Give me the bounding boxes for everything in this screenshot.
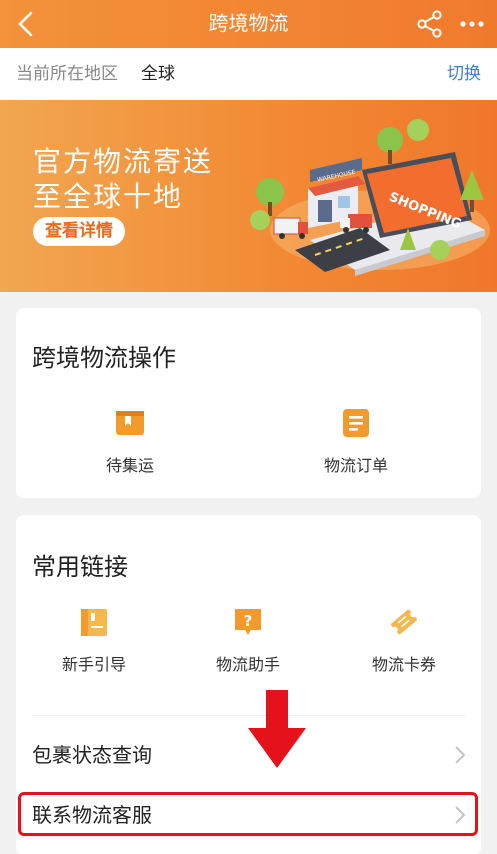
guide-book-icon: [81, 609, 107, 636]
region-value: 全球: [141, 64, 175, 84]
help-question-icon: ?: [235, 609, 261, 635]
logistics-coupon-label: 物流卡券: [371, 655, 436, 674]
banner-headline-line2: 至全球十地: [33, 180, 184, 213]
chevron-right-icon: [455, 746, 466, 764]
share-icon[interactable]: [414, 8, 446, 40]
logistics-coupon-entry[interactable]: 物流卡券: [344, 605, 464, 675]
package-status-query-label: 包裹状态查询: [32, 743, 152, 767]
consolidation-box-icon: [116, 411, 144, 435]
logistics-orders-label: 物流订单: [323, 456, 388, 475]
operations-title: 跨境物流操作: [32, 344, 176, 372]
switch-region-link[interactable]: 切换: [447, 48, 481, 100]
links-title: 常用链接: [32, 553, 128, 581]
region-label: 当前所在地区: [16, 64, 118, 84]
coupon-ticket-icon: [391, 609, 417, 635]
logistics-assistant-label: 物流助手: [215, 655, 280, 674]
beginner-guide-label: 新手引导: [61, 655, 126, 674]
beginner-guide-entry[interactable]: 新手引导: [34, 605, 154, 675]
region-bar: 当前所在地区 全球 切换: [0, 48, 497, 100]
logistics-operations-card: 跨境物流操作 待集运 物流订单: [16, 308, 481, 498]
pending-consolidation-entry[interactable]: 待集运: [70, 406, 190, 476]
promo-banner[interactable]: 官方物流寄送 至全球十地 查看详情 SHOPPING WAREHOUSE: [0, 100, 497, 292]
view-details-button[interactable]: 查看详情: [33, 217, 125, 246]
logistics-orders-entry[interactable]: 物流订单: [296, 406, 416, 476]
red-down-arrow-annotation: [248, 690, 306, 768]
logistics-assistant-entry[interactable]: ? 物流助手: [188, 605, 308, 675]
highlight-box-annotation: [18, 792, 478, 836]
pending-consolidation-label: 待集运: [105, 456, 154, 475]
top-nav-bar: 跨境物流: [0, 0, 497, 48]
svg-text:?: ?: [244, 612, 253, 630]
banner-headline-line1: 官方物流寄送: [33, 145, 214, 178]
order-list-icon: [343, 409, 369, 437]
more-options-icon[interactable]: [456, 8, 488, 40]
shopping-logistics-illustration: SHOPPING WAREHOUSE: [250, 119, 490, 276]
